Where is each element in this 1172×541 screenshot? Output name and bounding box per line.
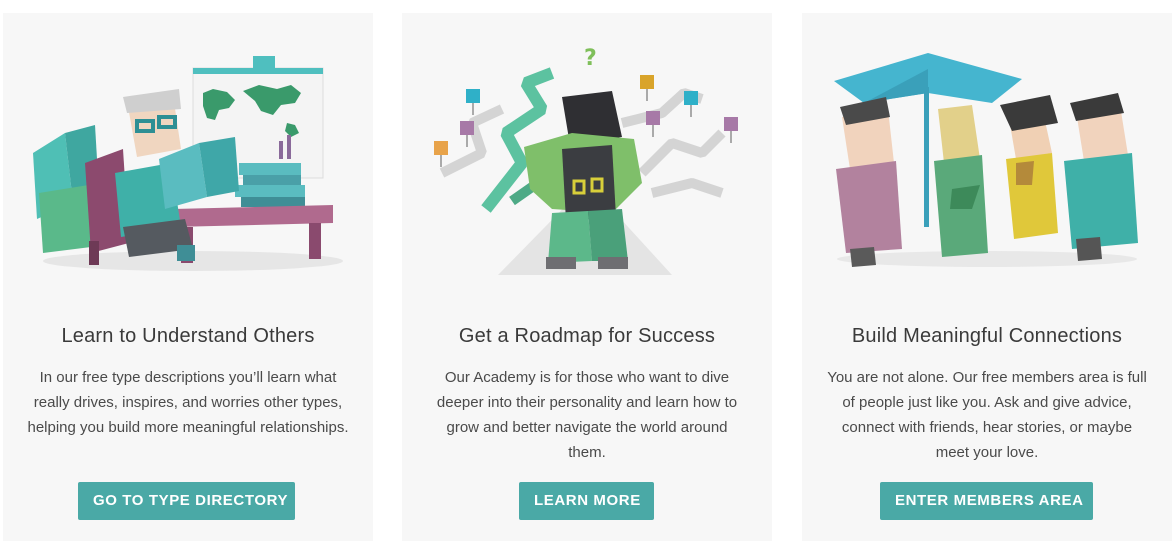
- go-to-type-directory-button[interactable]: GO TO TYPE DIRECTORY: [78, 482, 295, 520]
- scholar-reading-illustration: [3, 13, 373, 303]
- card-title: Build Meaningful Connections: [851, 325, 1123, 347]
- card-description: In our free type descriptions you’ll lea…: [27, 369, 349, 436]
- friends-umbrella-illustration: [802, 13, 1172, 303]
- card-description: Our Academy is for those who want to div…: [436, 369, 738, 461]
- card-description: You are not alone. Our free members area…: [827, 369, 1147, 461]
- explorer-roadmap-illustration: ?: [402, 13, 772, 303]
- feature-card-members-area: Build Meaningful Connections You are not…: [802, 13, 1172, 541]
- feature-cards-row: Learn to Understand Others In our free t…: [0, 0, 1172, 541]
- enter-members-area-button[interactable]: ENTER MEMBERS AREA: [880, 482, 1093, 520]
- card-title: Learn to Understand Others: [61, 325, 315, 347]
- learn-more-button[interactable]: LEARN MORE: [519, 482, 654, 520]
- feature-card-type-directory: Learn to Understand Others In our free t…: [3, 13, 373, 541]
- card-title: Get a Roadmap for Success: [458, 325, 716, 347]
- feature-card-academy: ? Get a Roadmap for Success Our Academy …: [402, 13, 772, 541]
- svg-text:?: ?: [584, 46, 597, 71]
